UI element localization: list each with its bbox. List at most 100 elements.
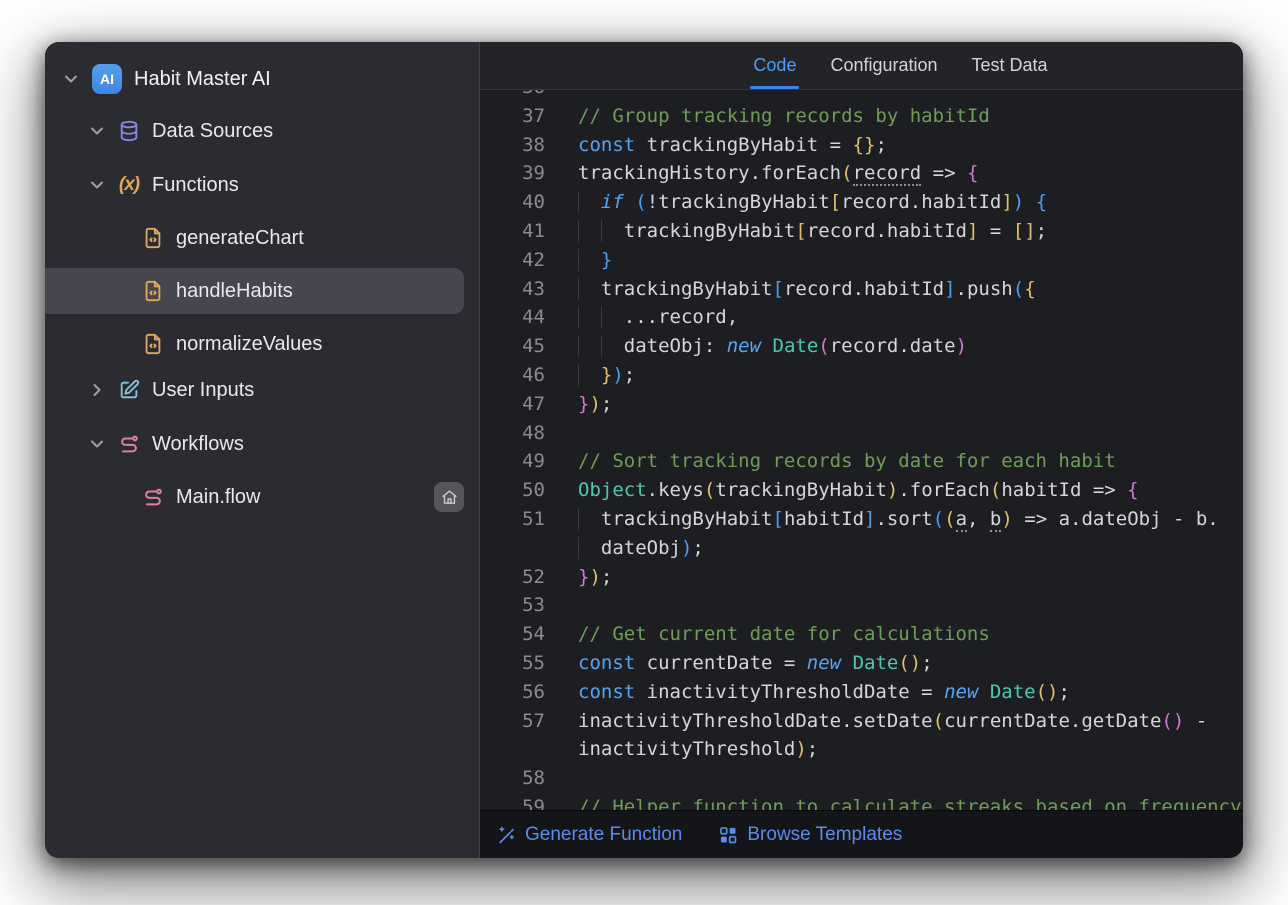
code-line-content: trackingByHabit[record.habitId] = []; (578, 217, 1047, 246)
tab-code[interactable]: Code (753, 42, 796, 89)
code-line-content: } (578, 246, 612, 275)
code-line-content: }); (578, 390, 612, 419)
sidebar-item-normalizevalues[interactable]: normalizeValues (45, 321, 464, 367)
sidebar-item-label: generateChart (176, 227, 304, 250)
sidebar-item-label: Functions (152, 174, 239, 197)
line-number: 37 (480, 102, 545, 131)
chevron-down-icon[interactable] (88, 176, 106, 194)
app-window: AI Habit Master AI Data Sources (x) Func… (45, 42, 1243, 858)
line-number: 49 (480, 447, 545, 476)
app-logo-badge: AI (92, 64, 122, 94)
code-line-content: const currentDate = new Date(); (578, 649, 933, 678)
sidebar-item-label: Data Sources (152, 120, 273, 143)
chevron-right-icon[interactable] (88, 381, 106, 399)
sidebar-item-user-inputs[interactable]: User Inputs (45, 367, 464, 413)
line-number (480, 534, 545, 563)
function-icon: (x) (118, 174, 140, 196)
sidebar-item-generatechart[interactable]: generateChart (45, 215, 464, 261)
code-line: inactivityThreshold); (480, 735, 1243, 764)
edit-pencil-icon (118, 379, 140, 401)
sidebar-item-label: Workflows (152, 433, 244, 456)
code-line-content: const trackingByHabit = {}; (578, 131, 887, 160)
line-number: 42 (480, 246, 545, 275)
line-number: 36 (480, 90, 545, 102)
code-line-content: if (!trackingByHabit[record.habitId]) { (578, 188, 1047, 217)
line-number: 40 (480, 188, 545, 217)
code-line: 37// Group tracking records by habitId (480, 102, 1243, 131)
browse-templates-button[interactable]: Browse Templates (718, 824, 902, 846)
line-number: 48 (480, 419, 545, 448)
home-button[interactable] (434, 482, 464, 512)
code-line: 38 const trackingByHabit = {}; (480, 131, 1243, 160)
code-line: 56const inactivityThresholdDate = new Da… (480, 678, 1243, 707)
code-line: 45 dateObj: new Date(record.date) (480, 332, 1243, 361)
home-icon (441, 489, 458, 506)
tab-label: Configuration (830, 55, 937, 76)
line-number: 41 (480, 217, 545, 246)
line-number: 43 (480, 275, 545, 304)
generate-function-label: Generate Function (525, 824, 682, 846)
line-number: 58 (480, 764, 545, 793)
code-line-content: // Helper function to calculate streaks … (578, 793, 1241, 810)
line-number: 46 (480, 361, 545, 390)
tab-test-data[interactable]: Test Data (972, 42, 1048, 89)
generate-function-button[interactable]: Generate Function (496, 824, 682, 846)
code-line: 47}); (480, 390, 1243, 419)
tab-configuration[interactable]: Configuration (830, 42, 937, 89)
code-line-content: dateObj: new Date(record.date) (578, 332, 967, 361)
code-line-content: dateObj); (578, 534, 704, 563)
browse-templates-label: Browse Templates (747, 824, 902, 846)
tab-bar: Code Configuration Test Data (480, 42, 1243, 90)
code-line-content: trackingByHabit[record.habitId].push({ (578, 275, 1036, 304)
sidebar-item-label: User Inputs (152, 379, 254, 402)
sidebar-item-main-flow[interactable]: Main.flow (45, 474, 464, 520)
code-line-content: }); (578, 361, 635, 390)
line-number: 39 (480, 159, 545, 188)
code-line: 39trackingHistory.forEach(record => { (480, 159, 1243, 188)
code-line: 51 trackingByHabit[habitId].sort((a, b) … (480, 505, 1243, 534)
code-line: 46 }); (480, 361, 1243, 390)
code-line: 58 (480, 764, 1243, 793)
sidebar-item-label: Main.flow (176, 486, 260, 509)
sidebar-item-habit-master-ai[interactable]: AI Habit Master AI (45, 56, 464, 102)
line-number: 38 (480, 131, 545, 160)
code-line-content: // Get current date for calculations (578, 620, 990, 649)
code-line: 54 // Get current date for calculations (480, 620, 1243, 649)
code-line: dateObj); (480, 534, 1243, 563)
sidebar-item-handlehabits[interactable]: handleHabits (45, 268, 464, 314)
code-line-content: trackingByHabit[habitId].sort((a, b) => … (578, 505, 1219, 534)
magic-wand-icon (496, 825, 516, 845)
code-line: 36 (480, 90, 1243, 102)
code-line-content: Object.keys(trackingByHabit).forEach(hab… (578, 476, 1139, 505)
sidebar-item-functions[interactable]: (x) Functions (45, 162, 464, 208)
chevron-down-icon[interactable] (88, 122, 106, 140)
line-number: 53 (480, 591, 545, 620)
file-code-icon (142, 333, 164, 355)
code-line: 52}); (480, 563, 1243, 592)
footer-bar: Generate Function Browse Templates (480, 810, 1243, 858)
sidebar-item-workflows[interactable]: Workflows (45, 421, 464, 467)
workflow-icon (118, 433, 140, 455)
tab-label: Code (753, 55, 796, 76)
line-number: 59 (480, 793, 545, 810)
code-line-content: inactivityThresholdDate.setDate(currentD… (578, 707, 1207, 736)
line-number: 50 (480, 476, 545, 505)
templates-grid-icon (718, 825, 738, 845)
sidebar-item-data-sources[interactable]: Data Sources (45, 108, 464, 154)
code-line: 53 (480, 591, 1243, 620)
chevron-down-icon[interactable] (62, 70, 80, 88)
code-line-content: ...record, (578, 303, 738, 332)
chevron-down-icon[interactable] (88, 435, 106, 453)
sidebar: AI Habit Master AI Data Sources (x) Func… (45, 42, 480, 858)
code-editor[interactable]: 3637// Group tracking records by habitId… (480, 90, 1243, 810)
code-line-content: // Sort tracking records by date for eac… (578, 447, 1116, 476)
sidebar-item-label: normalizeValues (176, 333, 322, 356)
code-line: 40 if (!trackingByHabit[record.habitId])… (480, 188, 1243, 217)
workflow-icon (142, 486, 164, 508)
line-number: 56 (480, 678, 545, 707)
code-line: 41 trackingByHabit[record.habitId] = []; (480, 217, 1243, 246)
line-number: 54 (480, 620, 545, 649)
line-number: 45 (480, 332, 545, 361)
line-number: 47 (480, 390, 545, 419)
tab-label: Test Data (972, 55, 1048, 76)
